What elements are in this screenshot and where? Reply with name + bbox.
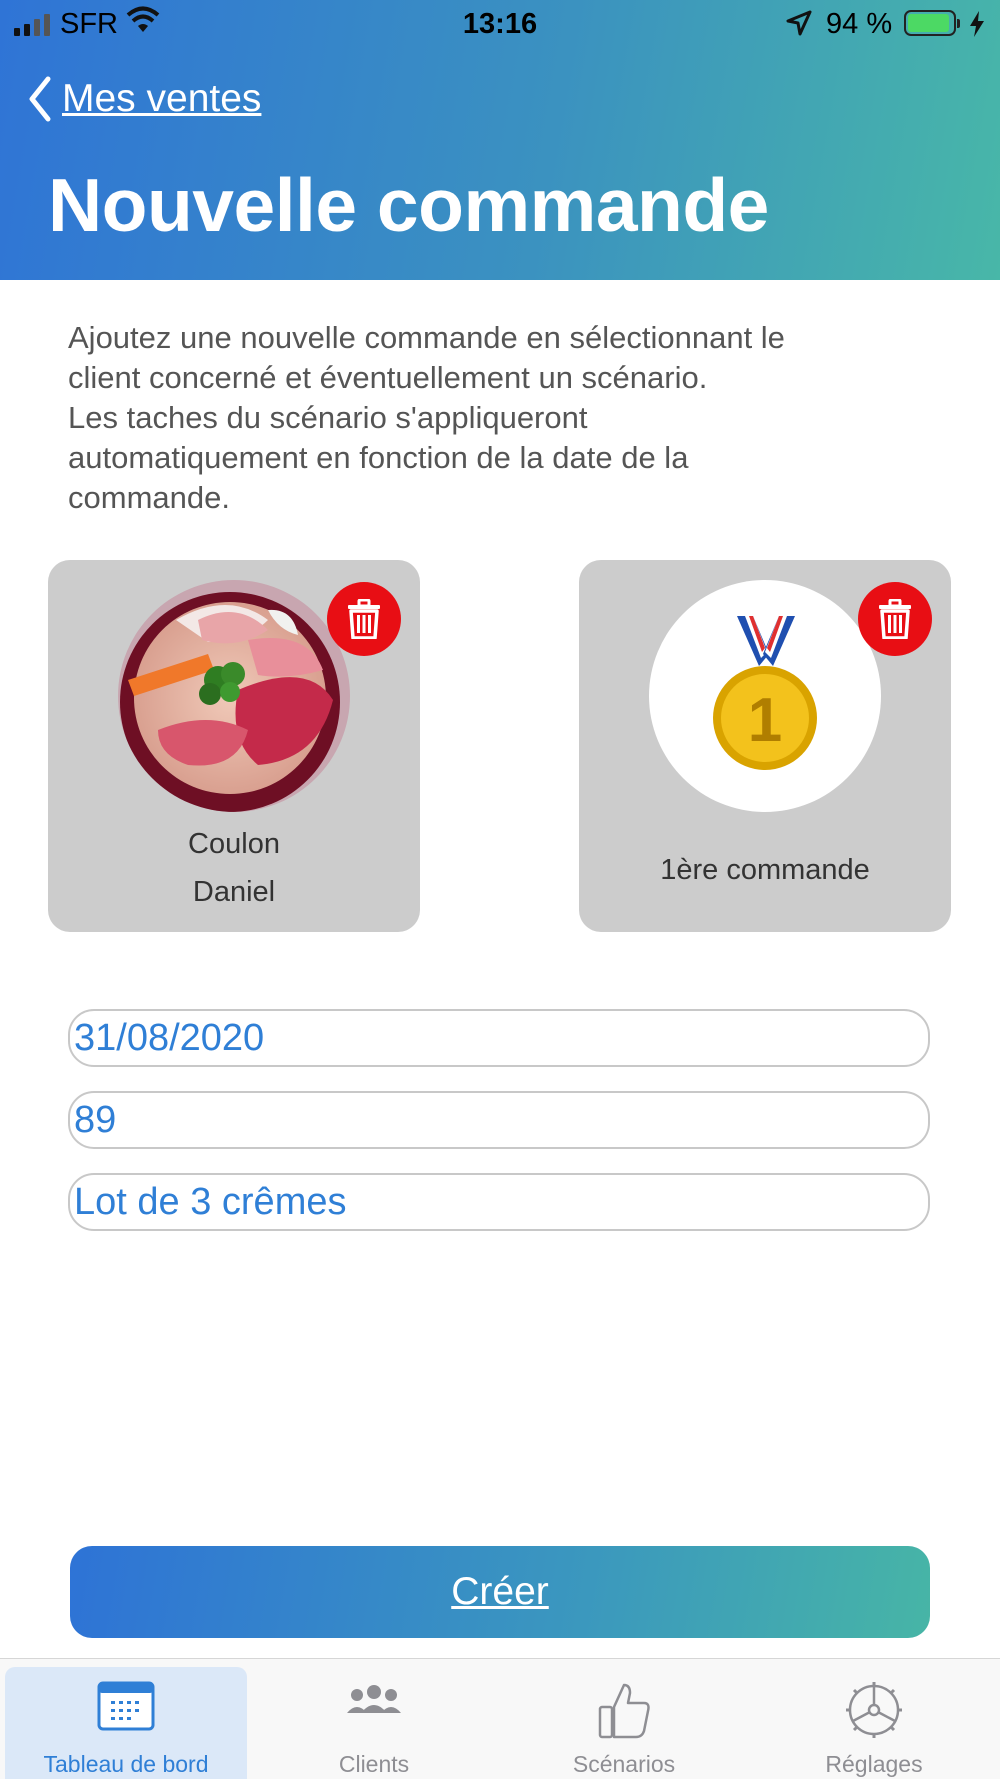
back-button-label: Mes ventes <box>62 77 262 120</box>
page-title: Nouvelle commande <box>48 163 769 247</box>
create-button[interactable]: Créer <box>70 1546 930 1638</box>
tab-scenarios[interactable]: Scénarios <box>503 1667 745 1779</box>
client-last-name: Coulon <box>188 828 280 860</box>
medal-icon: 1 <box>649 580 881 812</box>
tab-clients[interactable]: Clients <box>253 1667 495 1779</box>
tab-dashboard[interactable]: Tableau de bord <box>5 1667 247 1779</box>
date-field[interactable] <box>68 1009 930 1067</box>
tab-dashboard-label: Tableau de bord <box>43 1751 209 1777</box>
client-card[interactable]: Coulon Daniel <box>48 560 420 932</box>
delete-scenario-button[interactable] <box>858 582 932 656</box>
settings-icon <box>846 1682 902 1738</box>
medal-number: 1 <box>748 686 782 755</box>
tab-settings[interactable]: Réglages <box>753 1667 995 1779</box>
tab-settings-label: Réglages <box>825 1751 923 1777</box>
tab-clients-label: Clients <box>338 1751 410 1777</box>
scenario-name: 1ère commande <box>660 854 870 886</box>
tab-bar: Tableau de bord Clients Scénarios Réglag… <box>0 1658 1000 1779</box>
thumbs-up-icon <box>598 1683 650 1739</box>
scenario-card[interactable]: 1 1ère commande <box>579 560 951 932</box>
intro-text: Ajoutez une nouvelle commande en sélecti… <box>68 320 785 515</box>
status-bar: SFR 13:16 94 % <box>0 0 1000 52</box>
battery-icon <box>904 10 960 36</box>
client-avatar <box>118 580 350 812</box>
battery-percent: 94 % <box>826 8 893 40</box>
calendar-icon <box>97 1681 155 1731</box>
battery-level-fill <box>908 14 950 32</box>
trash-icon <box>348 599 380 639</box>
chevron-left-icon <box>29 76 51 122</box>
charging-bolt-icon <box>968 10 986 46</box>
back-button[interactable]: Mes ventes <box>28 76 261 122</box>
tab-scenarios-label: Scénarios <box>572 1751 676 1777</box>
location-arrow-icon <box>786 10 812 44</box>
delete-client-button[interactable] <box>327 582 401 656</box>
header: SFR 13:16 94 % Mes ventes Nouvelle comma… <box>0 0 1000 280</box>
description-field[interactable] <box>68 1173 930 1231</box>
amount-field[interactable] <box>68 1091 930 1149</box>
trash-icon <box>879 599 911 639</box>
people-icon <box>347 1685 401 1713</box>
client-first-name: Daniel <box>192 876 276 908</box>
